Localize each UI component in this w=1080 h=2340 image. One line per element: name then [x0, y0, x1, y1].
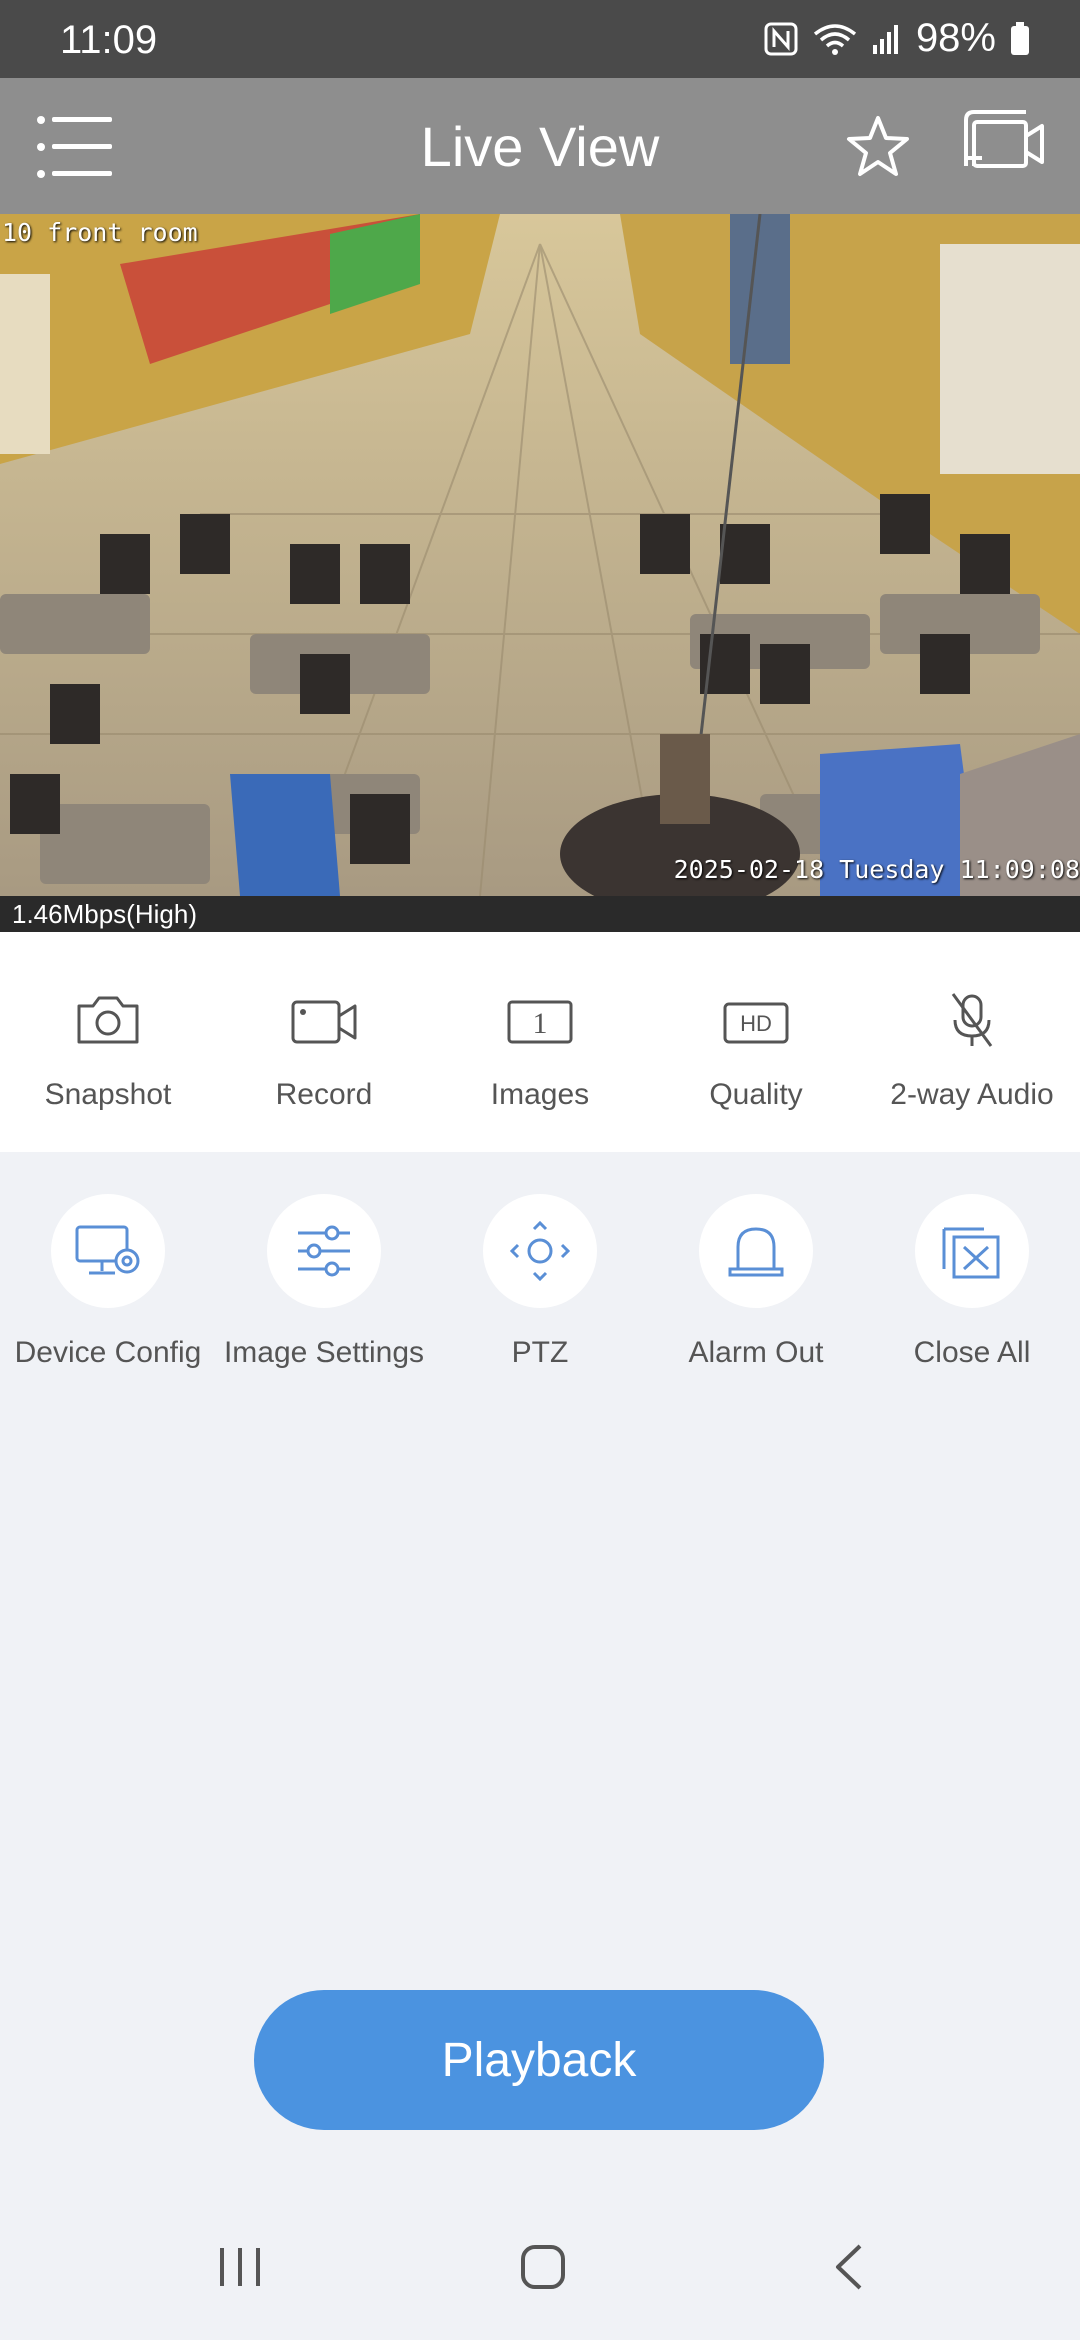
device-config-button[interactable]: Device Config: [0, 1152, 216, 1412]
quality-button[interactable]: HD Quality: [648, 932, 864, 1152]
playback-button[interactable]: Playback: [254, 1990, 824, 2130]
live-video-feed[interactable]: 10 front room 2025-02-18 Tuesday 11:09:0…: [0, 214, 1080, 896]
alarm-out-button[interactable]: Alarm Out: [648, 1152, 864, 1412]
status-bar: 11:09 98%: [0, 0, 1080, 78]
ptz-button[interactable]: PTZ: [432, 1152, 648, 1412]
image-settings-circle: [267, 1194, 381, 1308]
wifi-icon: [812, 22, 858, 56]
alarm-out-label: Alarm Out: [688, 1336, 824, 1369]
back-button[interactable]: [826, 2242, 870, 2297]
snapshot-button[interactable]: Snapshot: [0, 932, 216, 1152]
add-view-button[interactable]: [962, 108, 1044, 180]
video-camera-icon: [291, 1000, 357, 1044]
monitor-gear-icon: [75, 1225, 140, 1275]
close-all-label: Close All: [913, 1336, 1031, 1369]
image-settings-label: Image Settings: [223, 1336, 425, 1369]
signal-icon: [872, 23, 902, 55]
system-nav-bar: [0, 2202, 1080, 2340]
battery-percent: 98%: [915, 16, 996, 60]
recent-apps-icon: [220, 2248, 260, 2286]
sliders-icon: [298, 1225, 350, 1277]
ptz-label: PTZ: [511, 1336, 569, 1369]
nfc-icon: [764, 22, 798, 56]
ptz-circle: [483, 1194, 597, 1308]
microphone-muted-icon: [951, 993, 993, 1047]
home-icon: [521, 2245, 565, 2289]
bitrate-label: 1.46Mbps(High): [12, 899, 197, 929]
quick-actions: Device Config Image Settings PTZ Alarm O…: [0, 1152, 1080, 1412]
device-config-circle: [51, 1194, 165, 1308]
menu-icon: [37, 116, 112, 178]
page-title: Live View: [420, 115, 660, 178]
device-config-label: Device Config: [14, 1336, 202, 1369]
add-camera-icon: [964, 110, 1044, 168]
close-all-icon: [942, 1227, 1000, 1279]
images-badge: 1: [533, 1007, 548, 1040]
hd-icon: HD: [723, 1002, 789, 1044]
siren-icon: [728, 1227, 784, 1277]
two-way-audio-button[interactable]: 2-way Audio: [864, 932, 1080, 1152]
images-label: Images: [490, 1078, 590, 1111]
record-button[interactable]: Record: [216, 932, 432, 1152]
recent-apps-button[interactable]: [216, 2242, 264, 2297]
alarm-out-circle: [699, 1194, 813, 1308]
record-label: Record: [275, 1078, 373, 1111]
camera-image: [0, 214, 1080, 896]
live-toolbar: Snapshot Record 1 Images HD Quality 2-wa…: [0, 932, 1080, 1152]
status-time: 11:09: [60, 18, 158, 62]
menu-button[interactable]: [36, 114, 116, 180]
battery-icon: [1010, 21, 1030, 56]
camera-name-overlay: 10 front room: [2, 218, 198, 247]
app-bar: Live View: [0, 78, 1080, 214]
home-button[interactable]: [518, 2242, 568, 2297]
split-view-icon: 1: [507, 1000, 573, 1044]
back-icon: [836, 2244, 862, 2290]
close-all-circle: [915, 1194, 1029, 1308]
images-button[interactable]: 1 Images: [432, 932, 648, 1152]
snapshot-label: Snapshot: [44, 1078, 172, 1111]
stream-info-bar: 1.46Mbps(High): [0, 896, 1080, 932]
timestamp-overlay: 2025-02-18 Tuesday 11:09:08: [673, 855, 1080, 884]
status-icons: 98%: [764, 16, 1030, 61]
quality-label: Quality: [709, 1078, 803, 1111]
two-way-audio-label: 2-way Audio: [890, 1078, 1054, 1111]
close-all-button[interactable]: Close All: [864, 1152, 1080, 1412]
favorite-button[interactable]: [846, 114, 910, 178]
ptz-icon: [510, 1221, 570, 1281]
camera-icon: [77, 996, 139, 1044]
quality-badge: HD: [740, 1011, 772, 1036]
image-settings-button[interactable]: Image Settings: [216, 1152, 432, 1412]
star-icon: [847, 116, 909, 176]
